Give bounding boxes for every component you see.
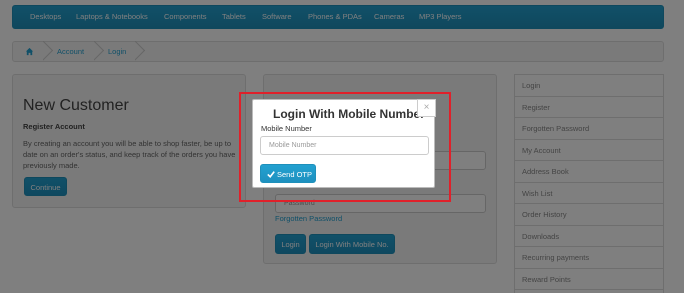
highlight-box [239,92,451,202]
